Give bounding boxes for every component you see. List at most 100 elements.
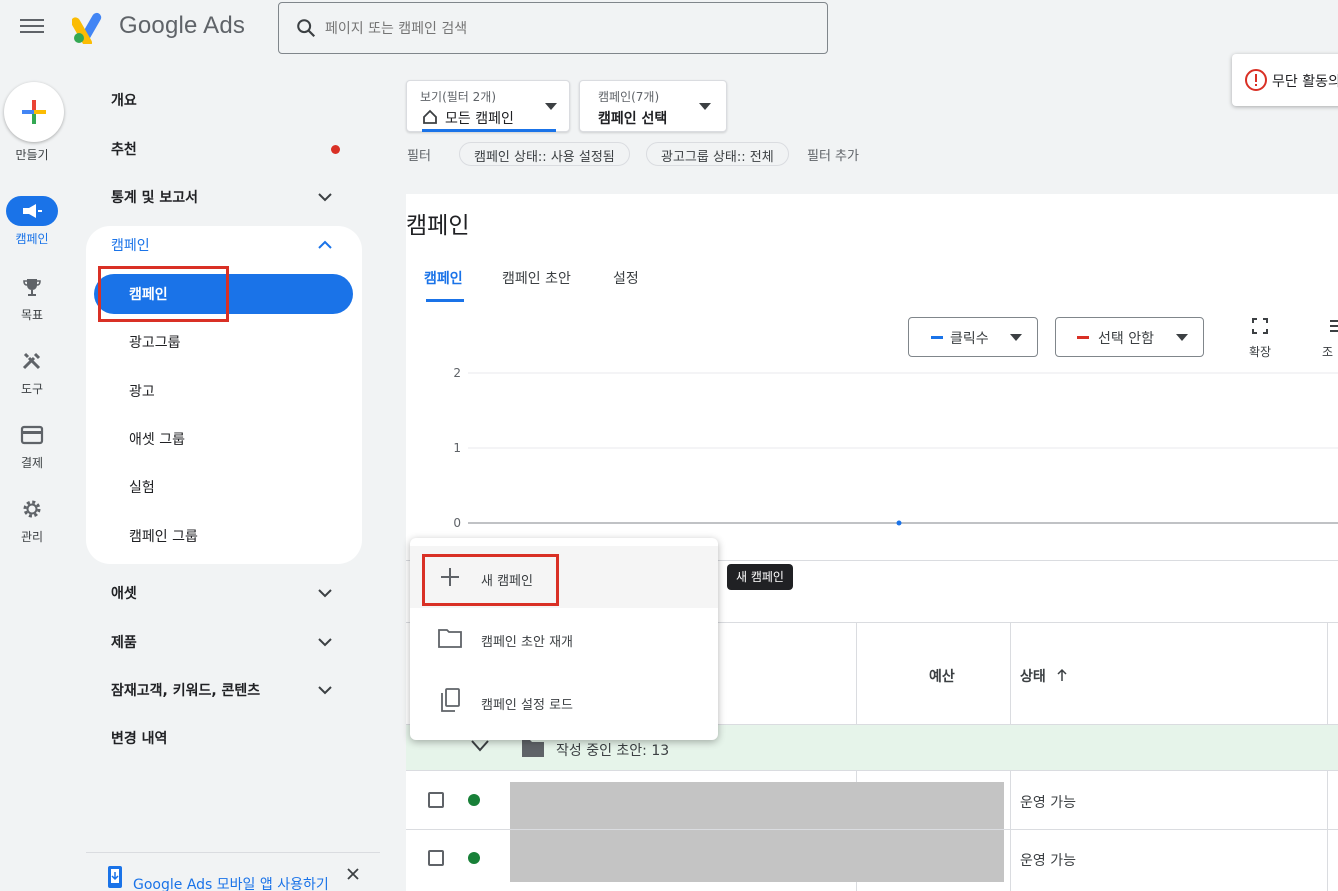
rail-item-billing[interactable]: 결제: [0, 420, 64, 471]
filter-label: 필터: [407, 149, 431, 164]
performance-chart: 2 1 0: [453, 366, 1338, 530]
phone-icon: [108, 866, 122, 888]
tab-settings[interactable]: 설정: [613, 268, 639, 288]
rail-label-goals: 목표: [20, 308, 44, 322]
trophy-icon: [23, 279, 41, 296]
divider: [406, 770, 1338, 771]
expand-button[interactable]: 확장: [1240, 317, 1280, 360]
chevron-down-icon[interactable]: [317, 682, 333, 698]
view-selector[interactable]: 보기(필터 2개) 모든 캠페인: [406, 80, 570, 132]
y-tick-label: 0: [453, 516, 461, 530]
chevron-down-icon[interactable]: [317, 585, 333, 601]
folder-icon: [522, 740, 544, 757]
copy-icon: [441, 688, 460, 712]
main-menu-icon[interactable]: [20, 16, 44, 40]
view-selector-underline: [422, 129, 556, 132]
menu-item-load-settings[interactable]: 캠페인 설정 로드: [410, 670, 718, 732]
megaphone-icon: [23, 204, 42, 218]
dropdown-arrow-icon: [545, 103, 557, 110]
nav-sub-experiments[interactable]: 실험: [129, 477, 155, 497]
campaign-selector[interactable]: 캠페인(7개) 캠페인 선택: [579, 80, 727, 132]
status-cell: 운영 가능: [1020, 853, 1076, 869]
nav-sub-asset-groups[interactable]: 애셋 그룹: [129, 429, 185, 449]
adjust-label: 조: [1322, 345, 1334, 359]
nav-overview[interactable]: 개요: [111, 90, 137, 110]
expand-label: 확장: [1248, 345, 1272, 359]
nav-assets[interactable]: 애셋: [111, 583, 137, 603]
create-label: 만들기: [15, 148, 49, 162]
metric-selector-clicks[interactable]: 클릭수: [908, 317, 1038, 357]
rail-item-campaigns[interactable]: 캠페인: [0, 196, 64, 247]
view-selector-value: 모든 캠페인: [445, 111, 514, 127]
nav-sub-campaign-groups[interactable]: 캠페인 그룹: [129, 526, 198, 546]
folder-icon: [438, 629, 462, 648]
chevron-down-icon[interactable]: [317, 634, 333, 650]
sort-ascending-icon[interactable]: [1056, 668, 1068, 682]
metric-label: 클릭수: [950, 331, 989, 347]
nav-campaigns-section[interactable]: 캠페인: [111, 235, 150, 255]
close-icon[interactable]: [346, 867, 360, 881]
rail-item-tools[interactable]: 도구: [0, 346, 64, 397]
home-icon: [423, 109, 437, 124]
rail-label-admin: 관리: [20, 530, 44, 544]
page-title: 캠페인: [406, 213, 470, 239]
metric-color-swatch: [931, 336, 943, 339]
plus-icon: [22, 100, 46, 124]
nav-sub-ads[interactable]: 광고: [129, 381, 155, 401]
nav-change-history[interactable]: 변경 내역: [111, 728, 167, 748]
search-icon: [297, 19, 316, 38]
column-header-budget[interactable]: 예산: [929, 666, 955, 686]
filter-chip-campaign-status[interactable]: 캠페인 상태:: 사용 설정됨: [459, 142, 630, 166]
nav-recommendations[interactable]: 추천: [111, 139, 137, 159]
add-filter-button[interactable]: 필터 추가: [807, 145, 859, 164]
chart-data-point[interactable]: [896, 520, 902, 526]
y-tick-label: 1: [453, 441, 461, 455]
google-ads-logo-icon: [72, 12, 102, 44]
status-cell: 운영 가능: [1020, 795, 1076, 811]
chevron-up-icon[interactable]: [317, 237, 333, 253]
tab-campaign-drafts[interactable]: 캠페인 초안: [502, 268, 571, 288]
row-checkbox[interactable]: [428, 792, 444, 808]
metric-selector-none[interactable]: 선택 안함: [1055, 317, 1204, 357]
mobile-app-link[interactable]: Google Ads 모바일 앱 사용하기: [133, 874, 329, 891]
dropdown-arrow-icon: [1176, 334, 1188, 341]
column-header-status[interactable]: 상태: [1020, 666, 1046, 686]
menu-item-resume-draft[interactable]: 캠페인 초안 재개: [410, 608, 718, 670]
rail-item-goals[interactable]: 목표: [0, 272, 64, 323]
rail-label-campaigns: 캠페인: [15, 232, 49, 246]
alert-text: 무단 활동의: [1272, 74, 1338, 90]
status-dot: [468, 794, 480, 806]
error-icon: [1245, 69, 1267, 91]
nav-audiences[interactable]: 잠재고객, 키워드, 콘텐츠: [111, 680, 260, 700]
chevron-down-icon[interactable]: [471, 740, 489, 752]
draft-row-label: 작성 중인 초안: 13: [556, 743, 670, 759]
rail-item-admin[interactable]: 관리: [0, 494, 64, 545]
create-button[interactable]: [4, 82, 64, 142]
row-checkbox[interactable]: [428, 850, 444, 866]
credit-card-icon: [20, 425, 44, 445]
nav-stats-reports[interactable]: 통계 및 보고서: [111, 187, 198, 207]
tab-indicator: [426, 299, 464, 302]
search-box[interactable]: [278, 2, 828, 54]
brand-name: Google Ads: [119, 12, 246, 39]
tools-icon: [22, 352, 41, 370]
redacted-campaign-name: [510, 830, 1004, 882]
notification-dot: [331, 145, 340, 154]
rail-label-billing: 결제: [20, 456, 44, 470]
dropdown-arrow-icon: [699, 103, 711, 110]
search-input[interactable]: [325, 17, 805, 41]
alert-banner[interactable]: 무단 활동의: [1232, 54, 1338, 106]
menu-item-label: 캠페인 초안 재개: [481, 635, 573, 650]
filter-chip-adgroup-status[interactable]: 광고그룹 상태:: 전체: [646, 142, 789, 166]
nav-sub-adgroups[interactable]: 광고그룹: [129, 332, 181, 352]
campaign-selector-label: 캠페인(7개): [598, 90, 660, 104]
mobile-app-promo[interactable]: Google Ads 모바일 앱 사용하기: [86, 852, 380, 891]
nav-products[interactable]: 제품: [111, 632, 137, 652]
tooltip: 새 캠페인: [727, 564, 793, 590]
chevron-down-icon[interactable]: [317, 189, 333, 205]
highlight-box-campaigns: [98, 266, 229, 322]
adjust-button[interactable]: 조: [1322, 317, 1338, 360]
tab-campaigns[interactable]: 캠페인: [424, 268, 463, 288]
menu-item-label: 캠페인 설정 로드: [481, 698, 573, 713]
gear-icon: [23, 500, 41, 518]
